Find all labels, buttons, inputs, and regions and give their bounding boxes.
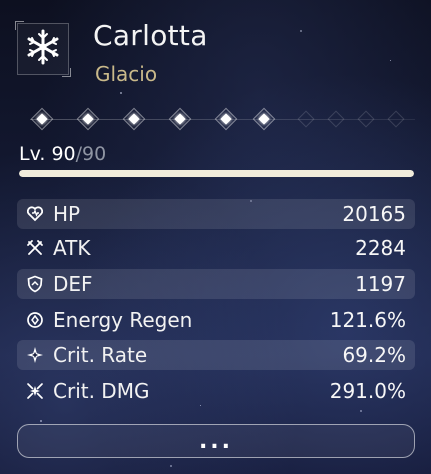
stat-row-hp: HP 20165: [17, 199, 415, 229]
stat-row-energy-regen: Energy Regen 121.6%: [17, 305, 415, 335]
glacio-snowflake-icon: [23, 27, 63, 71]
stat-row-crit-dmg: Crit. DMG 291.0%: [17, 376, 415, 406]
chain-node-4[interactable]: [168, 107, 192, 131]
crit-dmg-icon: [25, 381, 45, 401]
character-element: Glacio: [95, 62, 158, 86]
level-progress-bar: [19, 170, 414, 177]
stat-label: DEF: [53, 272, 93, 296]
more-details-button[interactable]: ...: [17, 424, 415, 458]
stat-label: Crit. DMG: [53, 379, 150, 403]
element-badge: [15, 21, 71, 77]
chain-ornament: [357, 110, 375, 128]
stat-value: 291.0%: [329, 379, 406, 403]
stat-value: 2284: [355, 236, 406, 260]
stat-row-crit-rate: Crit. Rate 69.2%: [17, 340, 415, 370]
level-progress-fill: [19, 170, 414, 177]
chain-node-6[interactable]: [252, 107, 276, 131]
stat-value: 69.2%: [342, 343, 406, 367]
stat-value: 1197: [355, 272, 406, 296]
stat-value: 121.6%: [329, 308, 406, 332]
stat-row-def: DEF 1197: [17, 269, 415, 299]
diamond-icon: [82, 113, 94, 125]
diamond-icon: [258, 113, 270, 125]
chain-ornament: [387, 110, 405, 128]
stat-row-atk: ATK 2284: [17, 233, 415, 263]
diamond-icon: [128, 113, 140, 125]
stat-label: Crit. Rate: [53, 343, 148, 367]
stat-label: ATK: [53, 236, 91, 260]
chain-node-5[interactable]: [214, 107, 238, 131]
level-current: 90: [51, 143, 76, 165]
diamond-icon: [220, 113, 232, 125]
diamond-icon: [36, 113, 48, 125]
diamond-icon: [174, 113, 186, 125]
chain-node-3[interactable]: [122, 107, 146, 131]
resonance-chain: [30, 106, 420, 134]
level-max: 90: [82, 143, 107, 165]
level-display: Lv. 90/90: [19, 140, 106, 168]
level-prefix: Lv.: [19, 143, 52, 165]
atk-crossed-swords-icon: [25, 238, 45, 258]
chain-node-1[interactable]: [30, 107, 54, 131]
chain-ornament: [327, 110, 345, 128]
stat-value: 20165: [342, 202, 406, 226]
def-shield-icon: [25, 274, 45, 294]
stat-label: HP: [53, 202, 81, 226]
hp-heart-icon: [25, 204, 45, 224]
chain-ornament: [297, 110, 315, 128]
character-name: Carlotta: [93, 19, 208, 52]
chain-node-2[interactable]: [76, 107, 100, 131]
stat-label: Energy Regen: [53, 308, 193, 332]
energy-regen-icon: [25, 310, 45, 330]
crit-rate-icon: [25, 345, 45, 365]
